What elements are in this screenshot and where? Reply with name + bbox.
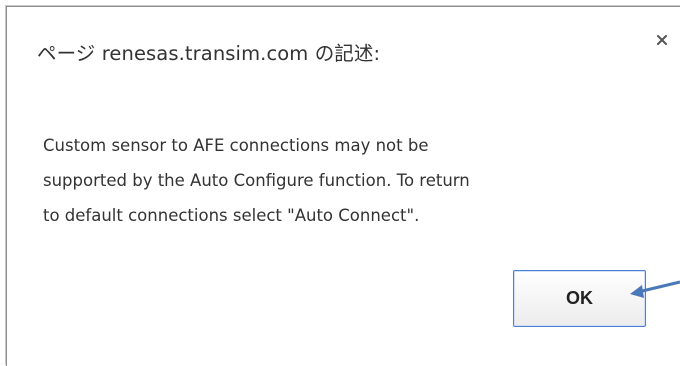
dialog-title: ページ renesas.transim.com の記述: bbox=[37, 42, 381, 65]
close-icon bbox=[657, 35, 667, 45]
ok-button[interactable]: OK bbox=[513, 270, 646, 327]
dialog-message: Custom sensor to AFE connections may not… bbox=[43, 136, 470, 225]
pointer-arrow-icon bbox=[630, 280, 680, 298]
alert-dialog: ページ renesas.transim.com の記述: Custom sens… bbox=[6, 6, 680, 366]
close-button[interactable] bbox=[652, 29, 672, 51]
